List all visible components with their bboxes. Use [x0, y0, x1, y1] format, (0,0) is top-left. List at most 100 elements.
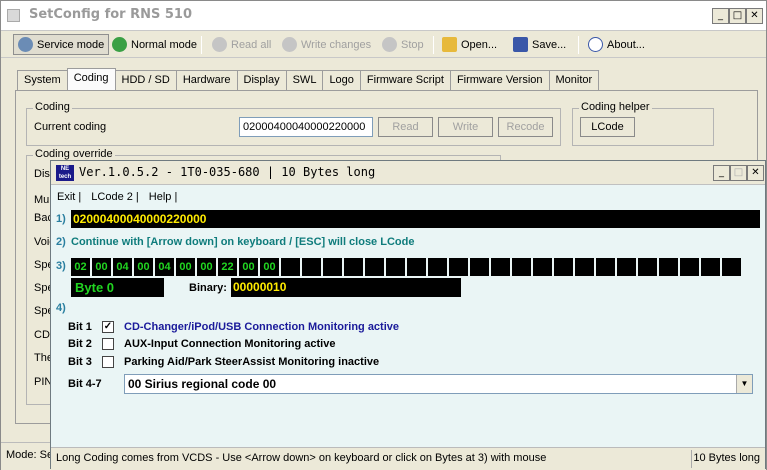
about-button[interactable]: About...: [584, 34, 649, 55]
close-button[interactable]: ✕: [746, 8, 763, 24]
toolbar-separator: [433, 36, 434, 54]
bit2-row[interactable]: Bit 2 AUX-Input Connection Monitoring ac…: [68, 336, 335, 352]
byte-cell[interactable]: [617, 258, 636, 276]
gear-icon: [18, 37, 33, 52]
bit3-row[interactable]: Bit 3 Parking Aid/Park SteerAssist Monit…: [68, 354, 379, 370]
bit1-row[interactable]: Bit 1 ✓ CD-Changer/iPod/USB Connection M…: [68, 319, 399, 335]
byte-cell[interactable]: [659, 258, 678, 276]
bit3-description: Parking Aid/Park SteerAssist Monitoring …: [124, 356, 380, 368]
byte-cell[interactable]: [407, 258, 426, 276]
coding-group-label: Coding: [33, 101, 72, 113]
binary-value: 00000010: [231, 278, 461, 297]
lcode-dialog: NE tech Ver.1.0.5.2 - 1T0-035-680 | 10 By…: [50, 160, 766, 469]
byte-cell[interactable]: [365, 258, 384, 276]
row1-label: 1): [56, 213, 66, 225]
bit3-checkbox[interactable]: [102, 356, 114, 368]
byte-cell[interactable]: 04: [155, 258, 174, 276]
tab-hdd-sd[interactable]: HDD / SD: [114, 70, 177, 90]
byte-cell[interactable]: 22: [218, 258, 237, 276]
tab-coding[interactable]: Coding: [66, 68, 116, 90]
dialog-minimize-button[interactable]: _: [713, 165, 730, 181]
dialog-status-bytes: 10 Bytes long: [693, 452, 760, 464]
save-button[interactable]: Save...: [509, 34, 570, 55]
open-button[interactable]: Open...: [438, 34, 501, 55]
byte-cell[interactable]: [449, 258, 468, 276]
minimize-button[interactable]: _: [712, 8, 729, 24]
info-icon: [588, 37, 603, 52]
tab-firmware-script[interactable]: Firmware Script: [359, 70, 451, 90]
byte-cell[interactable]: [701, 258, 720, 276]
chevron-down-icon[interactable]: ▼: [736, 375, 752, 393]
bit1-checkbox[interactable]: ✓: [102, 321, 114, 333]
normal-mode-button[interactable]: Normal mode: [108, 34, 201, 55]
tab-system[interactable]: System: [17, 70, 68, 90]
byte-cell[interactable]: [575, 258, 594, 276]
byte-cell[interactable]: [386, 258, 405, 276]
override-row-label: CD: [34, 329, 50, 341]
byte-cell[interactable]: [596, 258, 615, 276]
dialog-close-button[interactable]: ✕: [747, 165, 764, 181]
byte-cell[interactable]: [491, 258, 510, 276]
toolbar-separator: [578, 36, 579, 54]
selected-byte: Byte 0: [71, 278, 164, 297]
tab-hardware[interactable]: Hardware: [175, 70, 238, 90]
lcode-button[interactable]: LCode: [580, 117, 635, 137]
tab-monitor[interactable]: Monitor: [548, 70, 600, 90]
byte-cell[interactable]: 00: [239, 258, 258, 276]
byte-cell[interactable]: [470, 258, 489, 276]
folder-icon: [442, 37, 457, 52]
bit47-selected-value: 00 Sirius regional code 00: [128, 377, 277, 391]
coding-helper-group: Coding helper LCode: [572, 101, 714, 146]
recode-button[interactable]: Recode: [498, 117, 553, 137]
byte-cell[interactable]: 02: [71, 258, 90, 276]
dialog-menubar: Exit | LCode 2 | Help |: [51, 187, 177, 207]
byte-cell[interactable]: 00: [260, 258, 279, 276]
byte-cell[interactable]: [533, 258, 552, 276]
byte-cell[interactable]: [638, 258, 657, 276]
byte-cell[interactable]: [512, 258, 531, 276]
menu-lcode2[interactable]: LCode 2 |: [91, 191, 139, 203]
tab-logo[interactable]: Logo: [322, 70, 361, 90]
bit2-checkbox[interactable]: [102, 338, 114, 350]
stop-button[interactable]: Stop: [378, 34, 428, 55]
bit2-description: AUX-Input Connection Monitoring active: [124, 338, 336, 350]
bit3-label: Bit 3: [68, 356, 92, 368]
dialog-statusbar: Long Coding comes from VCDS - Use <Arrow…: [51, 447, 765, 469]
arrow-right-icon: [112, 37, 127, 52]
app-icon: [7, 9, 20, 22]
menu-help[interactable]: Help |: [149, 191, 178, 203]
bit47-select[interactable]: 00 Sirius regional code 00 ▼: [124, 374, 753, 394]
byte-cell[interactable]: [281, 258, 300, 276]
dialog-maximize-button[interactable]: □: [730, 165, 747, 181]
current-coding-field[interactable]: 02000400040000220000: [239, 117, 373, 137]
bit2-label: Bit 2: [68, 338, 92, 350]
row3-label: 3): [56, 260, 66, 272]
byte-cell[interactable]: [428, 258, 447, 276]
read-button[interactable]: Read: [378, 117, 433, 137]
byte-cell[interactable]: 04: [113, 258, 132, 276]
maximize-button[interactable]: □: [729, 8, 746, 24]
byte-cell[interactable]: [554, 258, 573, 276]
byte-cell[interactable]: [302, 258, 321, 276]
byte-cell[interactable]: [722, 258, 741, 276]
byte-cell[interactable]: 00: [134, 258, 153, 276]
coding-group: Coding Current coding 020004000400002200…: [26, 101, 561, 146]
menu-exit[interactable]: Exit |: [57, 191, 81, 203]
write-changes-button[interactable]: Write changes: [278, 34, 375, 55]
bit47-label: Bit 4-7: [68, 378, 102, 390]
tab-swl[interactable]: SWL: [285, 70, 324, 90]
byte-cell[interactable]: 00: [92, 258, 111, 276]
byte-cell[interactable]: [680, 258, 699, 276]
tab-display[interactable]: Display: [236, 70, 287, 90]
byte-cell[interactable]: 00: [176, 258, 195, 276]
byte-cell[interactable]: [323, 258, 342, 276]
mode-status: Mode: Se: [6, 449, 54, 461]
read-all-button[interactable]: Read all: [208, 34, 275, 55]
byte-cell[interactable]: [344, 258, 363, 276]
write-button[interactable]: Write: [438, 117, 493, 137]
tab-strip: System Coding HDD / SD Hardware Display …: [17, 68, 600, 90]
byte-cell[interactable]: 00: [197, 258, 216, 276]
window-title: SetConfig for RNS 510: [29, 7, 193, 22]
tab-firmware-version[interactable]: Firmware Version: [449, 70, 550, 90]
service-mode-button[interactable]: Service mode: [13, 34, 110, 55]
